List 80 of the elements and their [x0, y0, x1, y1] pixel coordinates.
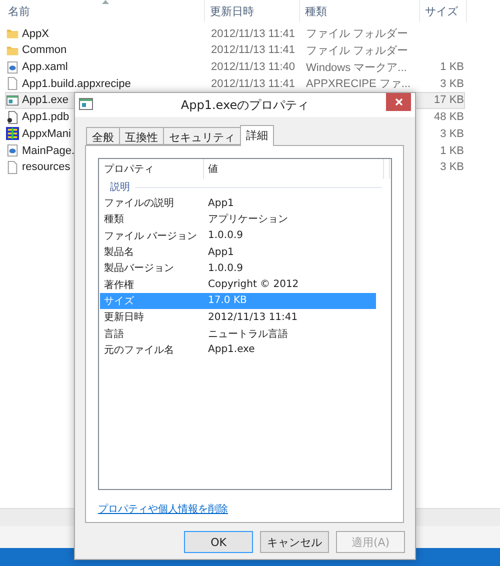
file-type: Windows マークア...	[305, 62, 407, 74]
property-value: App1.exe	[208, 344, 256, 356]
group-header: 説明	[110, 180, 130, 194]
file-type: ファイル フォルダー	[305, 28, 408, 40]
property-value: App1	[208, 198, 235, 209]
property-value: アプリケーション	[208, 212, 289, 226]
file-date: 2012/11/13 11:41	[210, 28, 296, 40]
property-row[interactable]: 製品名 App1	[100, 244, 376, 260]
application-icon	[6, 94, 19, 107]
sort-arrow-icon	[102, 0, 109, 4]
tab[interactable]: セキュリティ	[163, 127, 241, 145]
property-name: 著作権	[103, 278, 135, 292]
tab[interactable]: 詳細	[240, 125, 274, 146]
dialog-button[interactable]: OK	[184, 531, 253, 553]
document-icon	[6, 110, 19, 124]
file-name: App1.pdb	[22, 111, 70, 124]
file-size: 17 KB	[434, 94, 464, 106]
property-row[interactable]: 種類 アプリケーション	[100, 211, 376, 228]
property-value: 17.0 KB	[208, 295, 248, 306]
property-row[interactable]: 著作権 Copyright © 2012	[100, 276, 376, 293]
column-header[interactable]: サイズ	[420, 0, 467, 22]
file-name: App.xaml	[22, 61, 68, 73]
property-name: ファイルの説明	[103, 196, 175, 210]
property-name: 元のファイル名	[103, 344, 175, 357]
remove-properties-link[interactable]: プロパティや個人情報を削除	[98, 502, 228, 516]
file-name: AppX	[22, 28, 49, 40]
file-name: MainPage.	[22, 144, 75, 157]
property-name: 種類	[103, 212, 125, 226]
property-value: 1.0.0.9	[208, 230, 244, 242]
tab[interactable]: 全般	[86, 127, 120, 145]
property-name: ファイル バージョン	[103, 230, 198, 243]
file-name: Common	[22, 44, 67, 56]
file-type: APPXRECIPE ファ...	[305, 78, 411, 90]
close-icon	[394, 98, 402, 106]
file-type: ファイル フォルダー	[305, 44, 408, 57]
property-value: App1	[208, 246, 235, 258]
dialog-button[interactable]: キャンセル	[260, 531, 329, 553]
column-header[interactable]: 値	[204, 159, 384, 179]
property-value: 2012/11/13 11:41	[208, 312, 299, 323]
folder-icon	[6, 27, 19, 40]
property-row[interactable]: 製品バージョン 1.0.0.9	[100, 260, 376, 276]
property-value: ニュートラル言語	[208, 328, 289, 341]
tab[interactable]: 互換性	[119, 127, 164, 145]
property-name: 言語	[103, 328, 125, 341]
property-value: 1.0.0.9	[208, 262, 244, 274]
file-name: App1.build.appxrecipe	[22, 78, 131, 90]
file-size: 1 KB	[440, 144, 464, 157]
column-header[interactable]: プロパティ	[100, 159, 204, 179]
window-title: App1.exeのプロパティ	[180, 96, 310, 114]
property-row[interactable]: ファイルの説明 App1	[100, 195, 376, 212]
column-header[interactable]: 更新日時	[205, 0, 300, 22]
property-row[interactable]: 更新日時 2012/11/13 11:41	[100, 309, 376, 326]
file-size: 1 KB	[440, 61, 464, 73]
file-size: 3 KB	[440, 78, 464, 90]
column-header[interactable]: 種類	[300, 0, 420, 22]
file-date: 2012/11/13 11:40	[210, 61, 296, 73]
property-name: サイズ	[103, 294, 135, 308]
column-header[interactable]: 名前	[0, 0, 205, 22]
file-name: App1.exe	[22, 94, 68, 106]
document-icon	[6, 60, 19, 74]
close-button[interactable]	[386, 93, 411, 111]
property-row[interactable]: ファイル バージョン 1.0.0.9	[100, 228, 376, 244]
file-size: 48 KB	[434, 111, 464, 124]
property-name: 製品バージョン	[103, 262, 175, 276]
property-row[interactable]: 言語 ニュートラル言語	[100, 325, 376, 342]
property-name: 更新日時	[103, 310, 145, 324]
property-name: 製品名	[103, 246, 135, 260]
file-name: resources	[22, 161, 70, 174]
file-date: 2012/11/13 11:41	[210, 78, 296, 90]
manifest-icon	[6, 127, 19, 140]
document-icon	[6, 144, 19, 158]
application-icon	[79, 98, 93, 110]
file-size: 3 KB	[440, 128, 464, 140]
document-icon	[6, 77, 19, 90]
property-value: Copyright © 2012	[208, 279, 300, 290]
file-date: 2012/11/13 11:41	[210, 44, 296, 56]
file-name: AppxMani	[22, 128, 71, 140]
file-size: 3 KB	[440, 161, 464, 174]
property-row[interactable]: 元のファイル名 App1.exe	[100, 342, 376, 358]
document-icon	[6, 160, 19, 174]
